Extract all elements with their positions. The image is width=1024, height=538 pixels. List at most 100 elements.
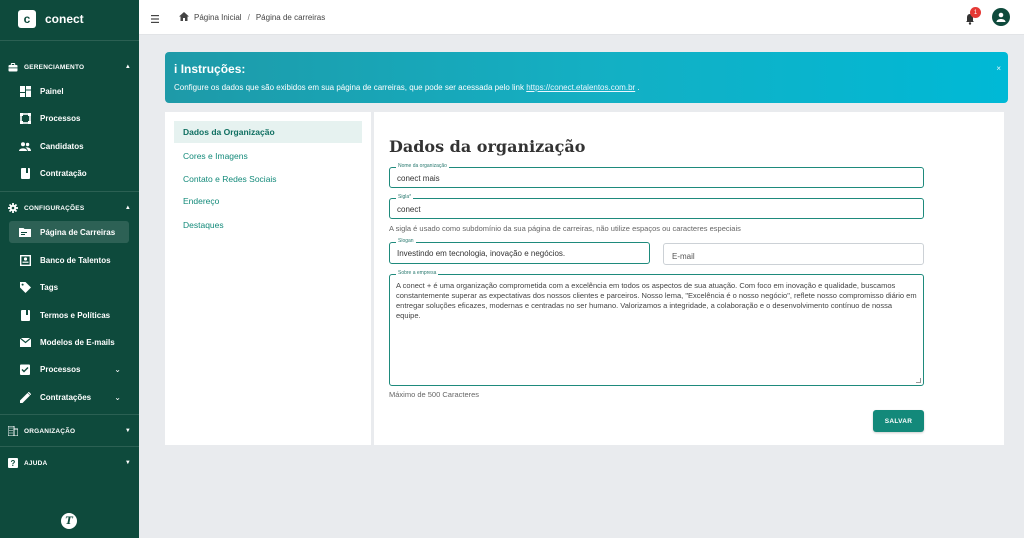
sidebar-item-processos-config[interactable]: Processos ⌄ xyxy=(9,358,129,380)
slogan-label: Slogan xyxy=(396,238,416,244)
folder-icon xyxy=(19,226,31,238)
checklist-icon xyxy=(19,363,31,375)
sigla-label: Sigla* xyxy=(396,194,414,200)
sidebar: c conect GERENCIAMENTO ▲ Painel Processo… xyxy=(0,0,139,538)
settings-menu: Dados da Organização Cores e Imagens Con… xyxy=(165,112,371,445)
sidebar-item-label: Processos xyxy=(40,364,81,374)
document-icon xyxy=(19,309,31,321)
caret-down-icon: ▼ xyxy=(124,428,131,434)
about-label: Sobre a empresa xyxy=(396,270,439,276)
menu-item-destaques[interactable]: Destaques xyxy=(174,214,362,236)
sidebar-item-label: Tags xyxy=(40,282,59,292)
about-max-chars-text: Máximo de 500 Caracteres xyxy=(389,390,480,399)
sidebar-item-label: Painel xyxy=(40,86,64,96)
menu-item-cores-e-imagens[interactable]: Cores e Imagens xyxy=(174,145,362,167)
sidebar-item-candidatos[interactable]: Candidatos xyxy=(9,135,129,157)
sidebar-section-label: GERENCIAMENTO xyxy=(24,63,85,71)
sidebar-item-label: Modelos de E-mails xyxy=(40,337,115,347)
sidebar-divider xyxy=(0,446,139,447)
sidebar-section-ajuda[interactable]: ? AJUDA ▼ xyxy=(0,455,139,471)
sidebar-section-label: CONFIGURAÇÕES xyxy=(24,204,85,212)
briefcase-icon xyxy=(8,62,18,72)
banner-title-text: Instruções: xyxy=(180,62,246,76)
sidebar-item-banco-de-talentos[interactable]: Banco de Talentos xyxy=(9,249,129,271)
org-name-value: conect mais xyxy=(397,174,440,183)
sidebar-item-painel[interactable]: Painel xyxy=(9,80,129,102)
gear-icon xyxy=(8,203,18,213)
sidebar-item-label: Banco de Talentos xyxy=(40,255,111,265)
page-title: Dados da organização xyxy=(389,137,586,156)
sidebar-item-contratacao[interactable]: Contratação xyxy=(9,162,129,184)
careers-page-link[interactable]: https://conect.etalentos.com.br xyxy=(526,83,635,92)
dashboard-icon xyxy=(19,85,31,97)
people-icon xyxy=(19,140,31,152)
chevron-down-icon: ⌄ xyxy=(114,392,121,402)
mail-icon xyxy=(19,336,31,348)
about-value: A conect + é uma organização comprometid… xyxy=(396,281,917,320)
caret-down-icon: ▼ xyxy=(124,460,131,466)
email-placeholder: E-mail xyxy=(672,252,695,261)
tag-icon xyxy=(19,281,31,293)
hamburger-menu-icon[interactable] xyxy=(151,11,161,23)
slogan-field[interactable]: Slogan Investindo em tecnologia, inovaçã… xyxy=(389,238,650,264)
breadcrumb-current: Página de carreiras xyxy=(255,12,326,22)
menu-item-endereco[interactable]: Endereço xyxy=(174,190,362,212)
sidebar-item-termos-e-politicas[interactable]: Termos e Políticas xyxy=(9,304,129,326)
organization-form-panel: Dados da organização Nome da organização… xyxy=(374,112,1004,445)
help-icon: ? xyxy=(8,458,18,468)
breadcrumb-home[interactable]: Página Inicial xyxy=(194,13,242,22)
sidebar-section-label: ORGANIZAÇÃO xyxy=(24,427,76,435)
breadcrumb-separator: / xyxy=(247,12,250,22)
caret-up-icon: ▲ xyxy=(124,64,131,70)
about-company-textarea[interactable]: Sobre a empresa A conect + é uma organiz… xyxy=(389,270,924,386)
slogan-value: Investindo em tecnologia, inovação e neg… xyxy=(397,249,566,258)
sidebar-item-contratacoes[interactable]: Contratações ⌄ xyxy=(9,386,129,408)
resize-handle-icon[interactable] xyxy=(916,378,921,383)
email-field[interactable]: E-mail xyxy=(663,243,924,265)
building-icon xyxy=(8,426,18,436)
sidebar-section-organizacao[interactable]: ORGANIZAÇÃO ▼ xyxy=(0,423,139,439)
contract-icon xyxy=(19,167,31,179)
sidebar-item-label: Termos e Políticas xyxy=(40,310,111,320)
pen-icon xyxy=(19,391,31,403)
user-avatar-icon[interactable] xyxy=(992,8,1010,26)
sidebar-item-label: Contratações xyxy=(40,392,92,402)
close-icon[interactable]: × xyxy=(996,64,1001,73)
banner-text-body: Configure os dados que são exibidos em s… xyxy=(174,83,524,92)
footer-logo: T xyxy=(61,513,77,529)
menu-item-contato-e-redes-sociais[interactable]: Contato e Redes Sociais xyxy=(174,168,362,190)
info-icon: i xyxy=(174,62,178,76)
sigla-field[interactable]: Sigla* conect xyxy=(389,194,924,219)
home-icon[interactable] xyxy=(179,12,189,22)
sidebar-divider xyxy=(0,414,139,415)
sidebar-section-label: AJUDA xyxy=(24,459,48,467)
chevron-down-icon: ⌄ xyxy=(114,364,121,374)
sidebar-item-modelos-de-emails[interactable]: Modelos de E-mails xyxy=(9,331,129,353)
app-logo[interactable]: c conect xyxy=(18,10,84,28)
org-name-field[interactable]: Nome da organização conect mais xyxy=(389,163,924,188)
banner-text: Configure os dados que são exibidos em s… xyxy=(174,83,640,92)
org-name-label: Nome da organização xyxy=(396,163,449,169)
process-icon xyxy=(19,112,31,124)
sidebar-item-label: Contratação xyxy=(40,168,87,178)
svg-text:?: ? xyxy=(10,459,15,468)
sidebar-divider xyxy=(0,191,139,192)
sidebar-section-configuracoes[interactable]: CONFIGURAÇÕES ▲ xyxy=(0,200,139,216)
caret-up-icon: ▲ xyxy=(124,205,131,211)
sidebar-item-processos[interactable]: Processos xyxy=(9,107,129,129)
menu-item-dados-da-organizacao[interactable]: Dados da Organização xyxy=(174,121,362,143)
banner-title: i Instruções: xyxy=(174,62,245,76)
topbar: Página Inicial / Página de carreiras 1 xyxy=(139,0,1024,35)
save-button[interactable]: SALVAR xyxy=(873,410,924,432)
logo-mark: c xyxy=(18,10,36,28)
id-card-icon xyxy=(19,254,31,266)
sidebar-divider xyxy=(0,40,139,41)
sidebar-item-label: Processos xyxy=(40,113,81,123)
sidebar-item-label: Candidatos xyxy=(40,141,84,151)
sidebar-section-gerenciamento[interactable]: GERENCIAMENTO ▲ xyxy=(0,59,139,75)
sidebar-item-label: Página de Carreiras xyxy=(40,227,116,237)
sidebar-item-pagina-de-carreiras[interactable]: Página de Carreiras xyxy=(9,221,129,243)
app-name: conect xyxy=(45,12,84,26)
breadcrumb: Página Inicial / Página de carreiras xyxy=(179,12,325,22)
sidebar-item-tags[interactable]: Tags xyxy=(9,276,129,298)
